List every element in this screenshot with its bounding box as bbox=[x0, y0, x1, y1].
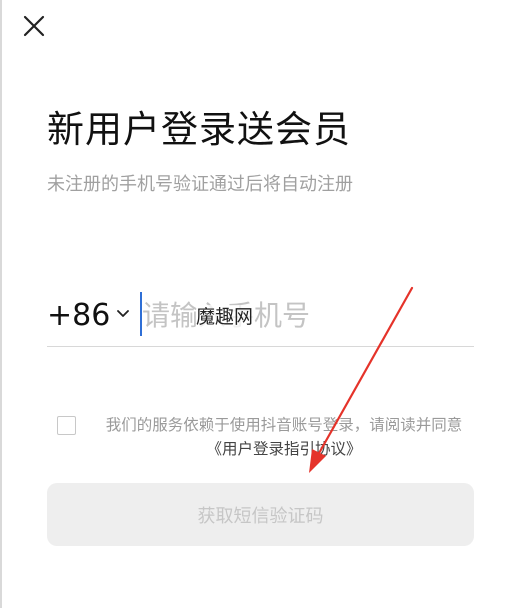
agreement-text: 我们的服务依赖于使用抖音账号登录，请阅读并同意《用户登录指引协议》 bbox=[91, 413, 477, 461]
page-subtitle: 未注册的手机号验证通过后将自动注册 bbox=[47, 174, 353, 195]
chevron-down-icon bbox=[117, 310, 130, 317]
agreement-text-prefix: 我们的服务依赖于使用抖音账号登录，请阅读并同意 bbox=[105, 416, 463, 434]
agreement-row: 我们的服务依赖于使用抖音账号登录，请阅读并同意《用户登录指引协议》 bbox=[57, 413, 477, 463]
get-sms-code-label: 获取短信验证码 bbox=[197, 505, 324, 527]
agreement-link[interactable]: 《用户登录指引协议》 bbox=[206, 440, 361, 458]
phone-number-input[interactable] bbox=[142, 292, 462, 338]
agreement-checkbox[interactable] bbox=[57, 416, 76, 435]
close-icon bbox=[23, 15, 45, 37]
page-title: 新用户登录送会员 bbox=[47, 108, 351, 151]
phone-input-row: +86 魔趣网 bbox=[47, 288, 474, 347]
get-sms-code-button[interactable]: 获取短信验证码 bbox=[47, 483, 474, 546]
country-code-selector[interactable]: +86 bbox=[47, 294, 131, 338]
window-left-edge bbox=[0, 0, 2, 608]
close-button[interactable] bbox=[18, 10, 50, 42]
country-code-label: +86 bbox=[47, 298, 111, 333]
